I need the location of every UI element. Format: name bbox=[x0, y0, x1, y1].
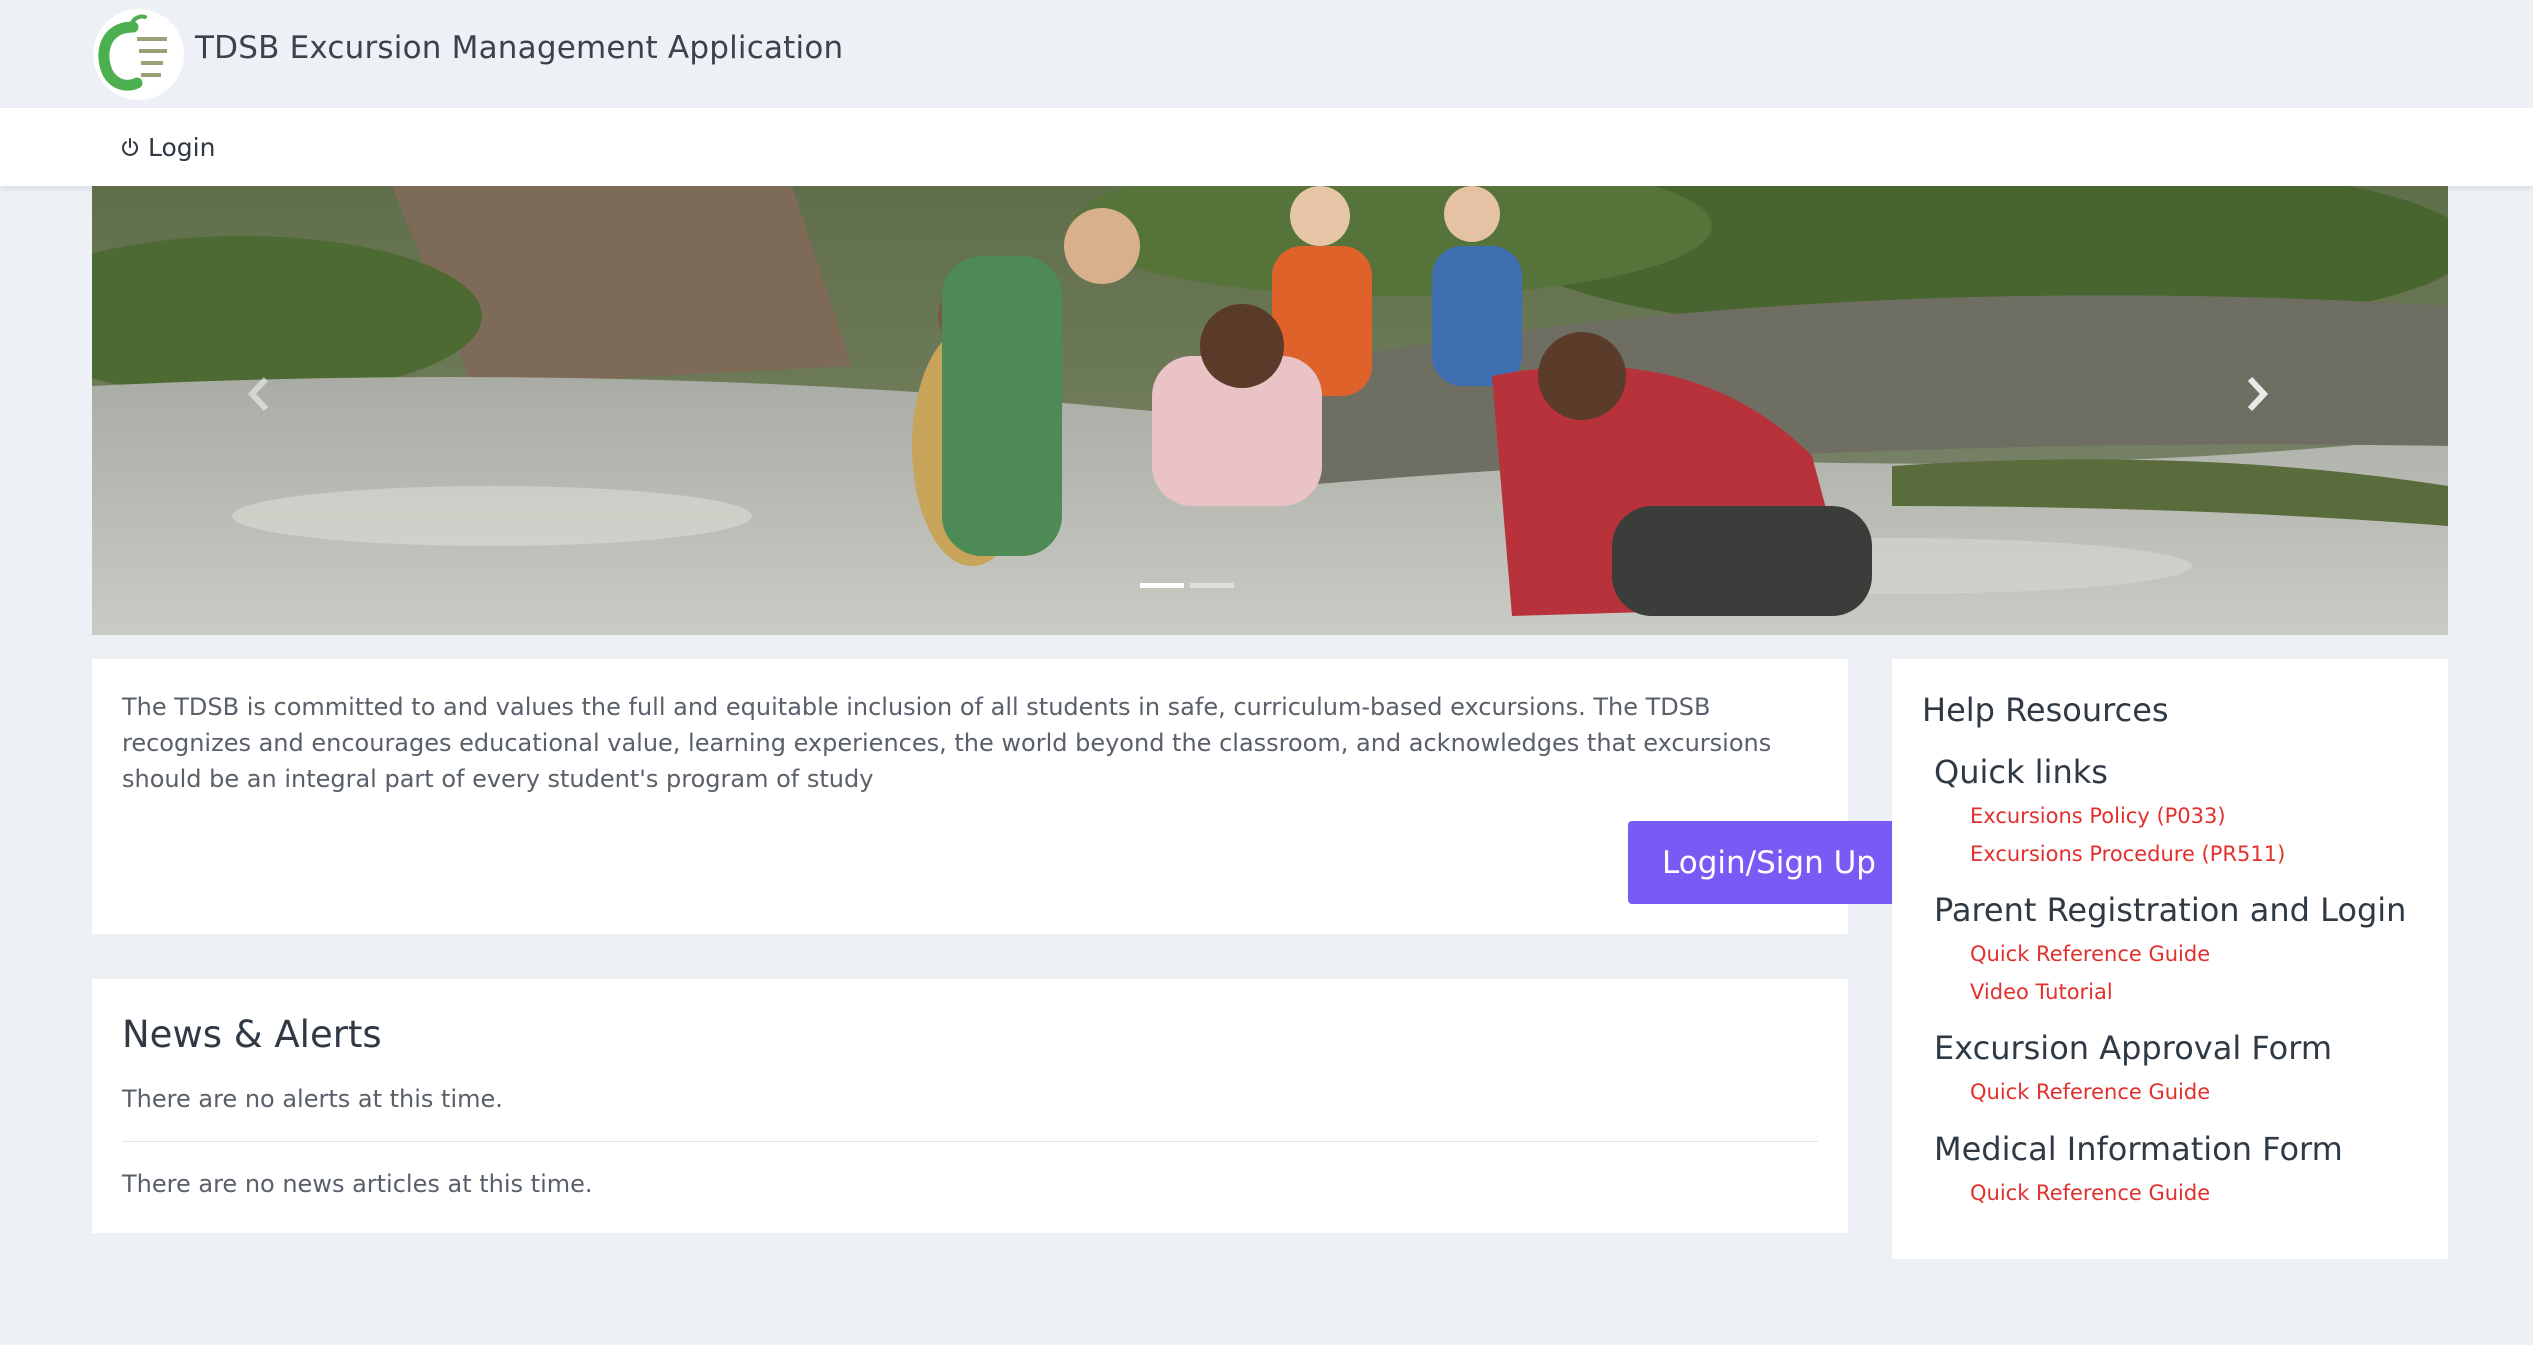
carousel-next-button[interactable] bbox=[2242, 374, 2302, 434]
link-approval-quick-reference[interactable]: Quick Reference Guide bbox=[1970, 1073, 2332, 1111]
carousel-indicator-1[interactable] bbox=[1140, 583, 1184, 588]
chevron-right-icon bbox=[2247, 376, 2269, 412]
app-title: TDSB Excursion Management Application bbox=[195, 30, 844, 66]
articles-empty-text: There are no news articles at this time. bbox=[122, 1170, 593, 1198]
help-heading: Excursion Approval Form bbox=[1934, 1029, 2332, 1067]
power-icon bbox=[122, 138, 138, 156]
login-signup-button[interactable]: Login/Sign Up bbox=[1628, 821, 1910, 904]
help-section-quick-links: Quick links Excursions Policy (P033) Exc… bbox=[1934, 753, 2285, 873]
news-alerts-card: News & Alerts There are no alerts at thi… bbox=[92, 979, 1848, 1233]
news-title: News & Alerts bbox=[122, 1013, 382, 1056]
link-excursions-policy[interactable]: Excursions Policy (P033) bbox=[1970, 797, 2285, 835]
help-resources-card: Help Resources Quick links Excursions Po… bbox=[1892, 659, 2448, 1259]
carousel-indicator-2[interactable] bbox=[1190, 583, 1234, 588]
apple-logo-icon bbox=[93, 9, 184, 100]
nav-login-link[interactable]: Login bbox=[120, 128, 215, 166]
hero-carousel bbox=[92, 186, 2448, 635]
help-section-parent-registration: Parent Registration and Login Quick Refe… bbox=[1934, 891, 2406, 1011]
help-section-medical-form: Medical Information Form Quick Reference… bbox=[1934, 1130, 2343, 1212]
hero-photo bbox=[92, 186, 2448, 635]
intro-text: The TDSB is committed to and values the … bbox=[122, 693, 1772, 793]
help-section-approval-form: Excursion Approval Form Quick Reference … bbox=[1934, 1029, 2332, 1111]
help-heading: Medical Information Form bbox=[1934, 1130, 2343, 1168]
link-medical-quick-reference[interactable]: Quick Reference Guide bbox=[1970, 1174, 2343, 1212]
carousel-indicators bbox=[1140, 583, 1234, 588]
help-title: Help Resources bbox=[1922, 691, 2169, 729]
nav-login-label: Login bbox=[148, 132, 216, 162]
link-parent-video-tutorial[interactable]: Video Tutorial bbox=[1970, 973, 2406, 1011]
link-parent-quick-reference[interactable]: Quick Reference Guide bbox=[1970, 935, 2406, 973]
link-excursions-procedure[interactable]: Excursions Procedure (PR511) bbox=[1970, 835, 2285, 873]
chevron-left-icon bbox=[247, 376, 269, 412]
top-nav: Login bbox=[0, 108, 2533, 186]
intro-card: The TDSB is committed to and values the … bbox=[92, 659, 1910, 934]
help-heading: Quick links bbox=[1934, 753, 2108, 791]
help-heading: Parent Registration and Login bbox=[1934, 891, 2407, 929]
carousel-prev-button[interactable] bbox=[244, 374, 304, 434]
tdsb-logo[interactable] bbox=[93, 9, 184, 100]
news-divider bbox=[122, 1141, 1818, 1142]
alerts-empty-text: There are no alerts at this time. bbox=[122, 1085, 503, 1113]
app-header: TDSB Excursion Management Application bbox=[0, 0, 2533, 108]
